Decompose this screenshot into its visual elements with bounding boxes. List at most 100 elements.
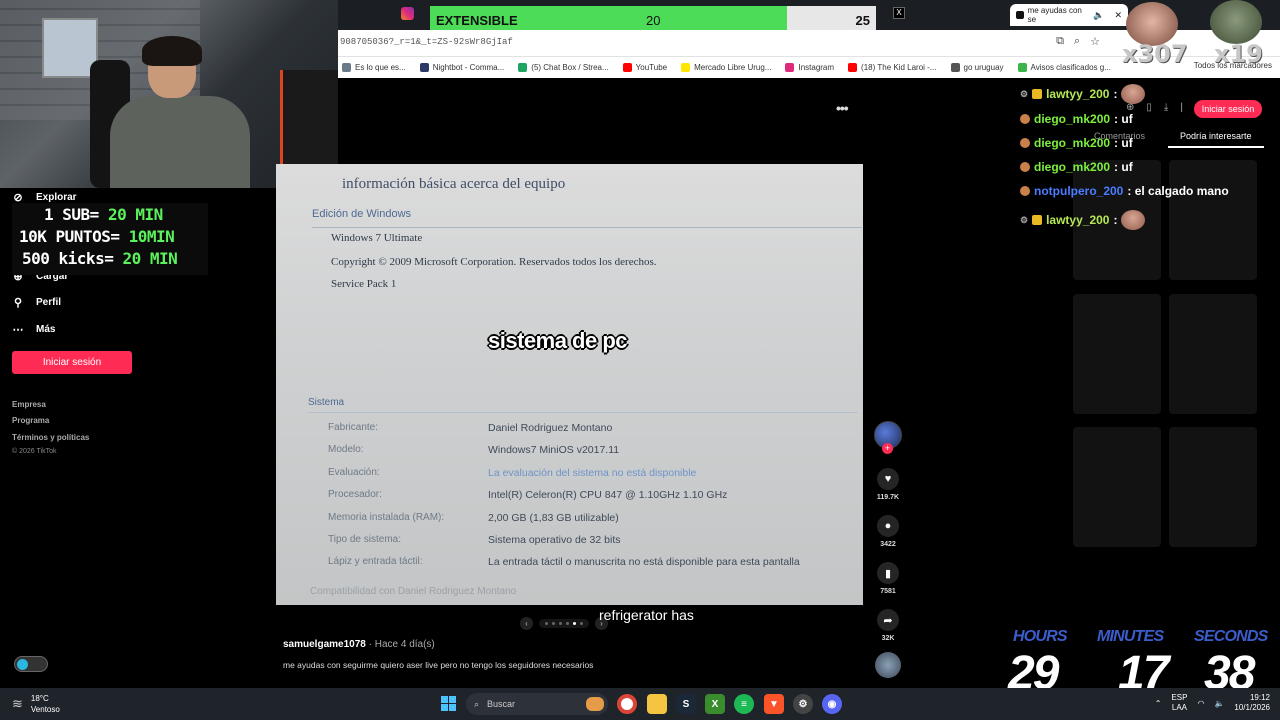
sub-badge-icon xyxy=(1032,215,1043,225)
search-icon: ⌕ xyxy=(474,698,480,709)
bookmark-item[interactable]: YouTube xyxy=(622,63,668,72)
chrome-icon[interactable] xyxy=(617,694,637,714)
video-bottom-text: Compatibilidad con Daniel Rodriguez Mont… xyxy=(310,586,517,597)
steam-icon[interactable]: S xyxy=(676,694,696,714)
star-icon[interactable]: ☆ xyxy=(1090,35,1100,48)
footer-link-program[interactable]: Programa xyxy=(12,416,49,425)
bookmark-label: YouTube xyxy=(635,63,668,72)
video-edition-header: Edición de Windows xyxy=(312,208,412,220)
save-button[interactable]: ▮ 7581 xyxy=(875,562,901,595)
bookmark-label: Nightbot - Comma... xyxy=(432,63,505,72)
chat-text: : xyxy=(1113,213,1118,227)
bookmark-item[interactable]: Es lo que es... xyxy=(342,63,406,72)
chat-username[interactable]: diego_mk200 xyxy=(1034,136,1110,150)
volume-icon[interactable]: 🔈 xyxy=(1214,699,1224,708)
video-player[interactable]: información básica acerca del equipo Edi… xyxy=(276,164,863,605)
spec-value: Sistema operativo de 32 bits xyxy=(488,534,621,546)
chat-username[interactable]: lawtyy_200 xyxy=(1046,213,1109,227)
close-tab-icon[interactable]: ✕ xyxy=(1114,10,1122,21)
user-badge-icon xyxy=(1020,186,1030,196)
suggested-video-tile[interactable] xyxy=(1073,294,1161,414)
suggested-video-tile[interactable] xyxy=(1169,294,1257,414)
wifi-icon[interactable]: ◠ xyxy=(1197,699,1204,708)
share-button[interactable]: ➦ 32K xyxy=(875,609,901,642)
spec-value: Daniel Rodriguez Montano xyxy=(488,422,613,434)
browser-tab-active[interactable]: me ayudas con se 🔈 ✕ xyxy=(1010,4,1128,26)
clock[interactable]: 19:12 10/1/2026 xyxy=(1234,693,1270,713)
chevron-up-icon[interactable]: ⌃ xyxy=(1155,699,1162,708)
spotify-icon[interactable]: ≡ xyxy=(734,694,754,714)
speaker-icon[interactable]: 🔈 xyxy=(1093,10,1104,21)
sidebar-item-label: Explorar xyxy=(36,191,77,203)
download-icon[interactable]: ⤓ xyxy=(1164,102,1168,113)
language-indicator[interactable]: ESP LAA xyxy=(1171,693,1187,713)
post-author[interactable]: samuelgame1078 · Hace 4 día(s) xyxy=(283,639,435,650)
tiktok-icon xyxy=(1016,11,1024,19)
music-disc-icon[interactable] xyxy=(875,652,901,678)
chat-message: diego_mk200 : uf xyxy=(1020,112,1133,126)
post-time: · Hace 4 día(s) xyxy=(365,639,435,650)
more-options-icon[interactable]: ••• xyxy=(836,100,849,116)
comment-button[interactable]: ● 3422 xyxy=(875,515,901,548)
prev-icon[interactable]: ‹ xyxy=(520,616,533,630)
spec-label: Evaluación: xyxy=(328,467,380,478)
bookmark-item[interactable]: Avisos clasificados g... xyxy=(1017,63,1111,72)
screen: X me ayudas con se 🔈 ✕ EXTENSIBLE 20 25 … xyxy=(0,0,1280,720)
tab-title: me ayudas con se xyxy=(1027,6,1082,24)
weather-widget[interactable]: ≋ 18°C Ventoso xyxy=(12,693,60,715)
minecraft-icon[interactable]: X xyxy=(705,694,725,714)
taskbar-search[interactable]: ⌕ Buscar xyxy=(466,693,608,715)
tab-underline xyxy=(1168,146,1264,148)
bookmark-item[interactable]: Mercado Libre Urug... xyxy=(681,63,771,72)
footer-link-company[interactable]: Empresa xyxy=(12,400,46,409)
search-label: Buscar xyxy=(487,699,516,709)
chat-text: : el calgado mano xyxy=(1127,184,1229,198)
chat-text: : uf xyxy=(1114,112,1133,126)
footer-link-terms[interactable]: Términos y políticas xyxy=(12,433,89,442)
bookmark-item[interactable]: Nightbot - Comma... xyxy=(419,63,505,72)
brave-icon[interactable]: ▼ xyxy=(764,694,784,714)
device-icon[interactable]: ▯ xyxy=(1146,102,1152,113)
spec-value[interactable]: La evaluación del sistema no está dispon… xyxy=(488,467,696,479)
bookmark-item[interactable]: Instagram xyxy=(785,63,834,72)
chat-username[interactable]: diego_mk200 xyxy=(1034,160,1110,174)
bookmark-label: (18) The Kid Laroi -... xyxy=(861,63,937,72)
bookmark-favicon-icon xyxy=(622,63,632,72)
discord-icon[interactable]: ◉ xyxy=(822,694,842,714)
file-explorer-icon[interactable] xyxy=(647,694,667,714)
autoscroll-toggle[interactable] xyxy=(14,656,48,672)
zoom-icon[interactable]: ⌕ xyxy=(1074,35,1080,48)
timer-seconds-label: SECONDS xyxy=(1194,628,1268,645)
settings-icon[interactable]: ⚙ xyxy=(793,694,813,714)
sidebar-item-profile[interactable]: ⚲ Perfil xyxy=(12,296,61,309)
windows-start-icon[interactable] xyxy=(441,696,456,711)
chat-username[interactable]: lawtyy_200 xyxy=(1046,87,1109,101)
bookmark-item[interactable]: (5) Chat Box / Strea... xyxy=(518,63,609,72)
suggested-video-tile[interactable] xyxy=(1169,427,1257,547)
save-count: 7581 xyxy=(880,588,896,595)
tab-suggested[interactable]: Podría interesarte xyxy=(1180,131,1252,141)
copyright: © 2026 TikTok xyxy=(12,448,57,455)
install-icon[interactable]: ⧉ xyxy=(1056,35,1064,48)
suggested-video-tile[interactable] xyxy=(1073,427,1161,547)
sidebar-item-more[interactable]: ⋯ Más xyxy=(12,323,56,336)
emote-count-2: x19 xyxy=(1214,40,1263,68)
progress-label: EXTENSIBLE xyxy=(436,13,518,28)
chat-message: diego_mk200: uf xyxy=(1020,160,1133,174)
bookmark-item[interactable]: go uruguay xyxy=(950,63,1004,72)
bookmark-item[interactable]: (18) The Kid Laroi -... xyxy=(848,63,937,72)
url-text[interactable]: 908705036?_r=1&_t=ZS-92sWr8GjIaf xyxy=(340,37,513,47)
heart-icon: ♥ xyxy=(877,468,899,490)
sub-badge-icon xyxy=(1032,89,1043,99)
login-button[interactable]: Iniciar sesión xyxy=(12,351,132,374)
chat-username[interactable]: diego_mk200 xyxy=(1034,112,1110,126)
spec-label: Modelo: xyxy=(328,444,364,455)
sidebar-item-explore[interactable]: ⊘ Explorar xyxy=(12,191,77,204)
post-description: me ayudas con seguirme quiero aser live … xyxy=(283,660,594,670)
suggested-video-tile[interactable] xyxy=(1169,160,1257,280)
like-button[interactable]: ♥ 119.7K xyxy=(875,468,901,501)
instagram-icon xyxy=(401,7,414,20)
follow-plus-icon[interactable]: + xyxy=(882,443,893,454)
chat-username[interactable]: notpulpero_200 xyxy=(1034,184,1123,198)
right-login-button[interactable]: Iniciar sesión xyxy=(1194,100,1262,118)
